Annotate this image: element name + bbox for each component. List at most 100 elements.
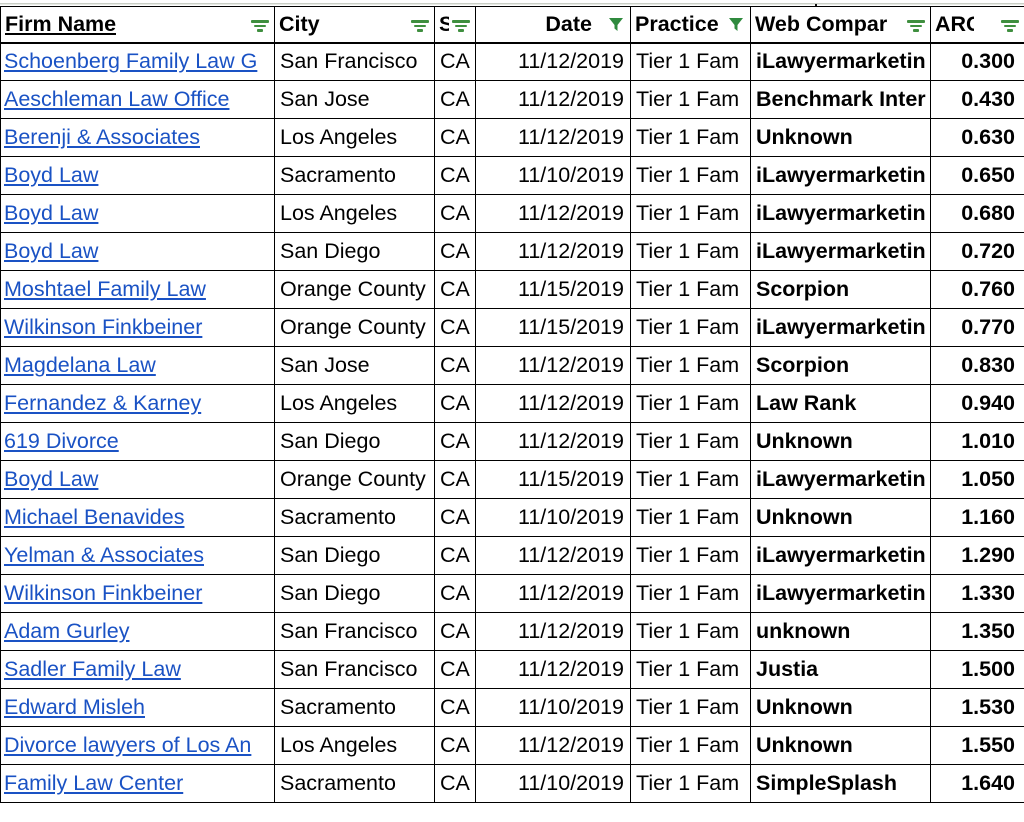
cell-firm-name[interactable]: Moshtael Family Law — [0, 270, 275, 309]
cell-state[interactable]: CA — [434, 346, 476, 385]
cell-date[interactable]: 11/12/2019 — [475, 536, 631, 575]
cell-city[interactable]: Sacramento — [274, 498, 435, 537]
table-row[interactable]: Boyd Law San Diego CA 11/12/2019 Tier 1 Fam… — [0, 232, 1024, 271]
cell-arc[interactable]: 1.330 — [930, 574, 1024, 613]
cell-web-company[interactable]: SimpleSplash — [750, 764, 931, 803]
cell-firm-name[interactable]: Divorce lawyers of Los An — [0, 726, 275, 765]
cell-arc[interactable]: 1.550 — [930, 726, 1024, 765]
cell-date[interactable]: 11/10/2019 — [475, 498, 631, 537]
sort-filter-icon[interactable] — [451, 16, 471, 32]
cell-state[interactable]: CA — [434, 688, 476, 727]
cell-practice[interactable]: Tier 1 Fam — [630, 232, 751, 271]
cell-practice[interactable]: Tier 1 Fam — [630, 460, 751, 499]
cell-practice[interactable]: Tier 1 Fam — [630, 384, 751, 423]
cell-state[interactable]: CA — [434, 574, 476, 613]
cell-web-company[interactable]: Benchmark Inter — [750, 80, 931, 119]
cell-city[interactable]: San Diego — [274, 574, 435, 613]
sort-filter-icon[interactable] — [250, 16, 270, 32]
cell-firm-name[interactable]: Sadler Family Law — [0, 650, 275, 689]
cell-date[interactable]: 11/10/2019 — [475, 688, 631, 727]
column-header-practice[interactable]: Practice — [630, 6, 751, 44]
cell-practice[interactable]: Tier 1 Fam — [630, 764, 751, 803]
cell-arc[interactable]: 0.680 — [930, 194, 1024, 233]
cell-web-company[interactable]: iLawyermarketin — [750, 194, 931, 233]
cell-web-company[interactable]: Law Rank — [750, 384, 931, 423]
cell-state[interactable]: CA — [434, 422, 476, 461]
cell-state[interactable]: CA — [434, 118, 476, 157]
cell-firm-name[interactable]: Yelman & Associates — [0, 536, 275, 575]
cell-city[interactable]: Sacramento — [274, 156, 435, 195]
cell-arc[interactable]: 0.770 — [930, 308, 1024, 347]
cell-state[interactable]: CA — [434, 726, 476, 765]
sort-filter-icon[interactable] — [1000, 16, 1020, 32]
cell-date[interactable]: 11/12/2019 — [475, 232, 631, 271]
column-header-city[interactable]: City — [274, 6, 435, 44]
cell-web-company[interactable]: Unknown — [750, 726, 931, 765]
firm-name-link[interactable]: Divorce lawyers of Los An — [4, 733, 251, 757]
cell-web-company[interactable]: iLawyermarketin — [750, 536, 931, 575]
cell-city[interactable]: San Jose — [274, 346, 435, 385]
cell-date[interactable]: 11/12/2019 — [475, 574, 631, 613]
cell-firm-name[interactable]: Adam Gurley — [0, 612, 275, 651]
firm-name-link[interactable]: Edward Misleh — [4, 695, 145, 719]
cell-firm-name[interactable]: Boyd Law — [0, 232, 275, 271]
cell-arc[interactable]: 1.050 — [930, 460, 1024, 499]
cell-city[interactable]: Los Angeles — [274, 194, 435, 233]
cell-city[interactable]: Los Angeles — [274, 726, 435, 765]
column-header-firm-name[interactable]: Firm Name — [0, 6, 275, 44]
cell-firm-name[interactable]: Magdelana Law — [0, 346, 275, 385]
cell-practice[interactable]: Tier 1 Fam — [630, 80, 751, 119]
firm-name-link[interactable]: Boyd Law — [4, 163, 98, 187]
cell-arc[interactable]: 1.640 — [930, 764, 1024, 803]
cell-date[interactable]: 11/12/2019 — [475, 384, 631, 423]
cell-city[interactable]: San Francisco — [274, 42, 435, 81]
cell-city[interactable]: San Francisco — [274, 650, 435, 689]
firm-name-link[interactable]: Family Law Center — [4, 771, 183, 795]
cell-date[interactable]: 11/12/2019 — [475, 422, 631, 461]
cell-practice[interactable]: Tier 1 Fam — [630, 498, 751, 537]
cell-practice[interactable]: Tier 1 Fam — [630, 612, 751, 651]
cell-firm-name[interactable]: 619 Divorce — [0, 422, 275, 461]
cell-date[interactable]: 11/12/2019 — [475, 650, 631, 689]
funnel-icon[interactable] — [726, 14, 746, 34]
cell-practice[interactable]: Tier 1 Fam — [630, 42, 751, 81]
cell-practice[interactable]: Tier 1 Fam — [630, 536, 751, 575]
cell-date[interactable]: 11/10/2019 — [475, 764, 631, 803]
cell-firm-name[interactable]: Aeschleman Law Office — [0, 80, 275, 119]
column-header-date[interactable]: Date — [475, 6, 631, 44]
firm-name-link[interactable]: Fernandez & Karney — [4, 391, 201, 415]
cell-city[interactable]: Los Angeles — [274, 384, 435, 423]
cell-practice[interactable]: Tier 1 Fam — [630, 308, 751, 347]
cell-web-company[interactable]: Unknown — [750, 422, 931, 461]
cell-firm-name[interactable]: Boyd Law — [0, 156, 275, 195]
cell-city[interactable]: San Jose — [274, 80, 435, 119]
firm-name-link[interactable]: Wilkinson Finkbeiner — [4, 581, 202, 605]
funnel-icon[interactable] — [606, 14, 626, 34]
cell-web-company[interactable]: unknown — [750, 612, 931, 651]
cell-web-company[interactable]: iLawyermarketin — [750, 574, 931, 613]
cell-firm-name[interactable]: Wilkinson Finkbeiner — [0, 574, 275, 613]
firm-name-link[interactable]: Adam Gurley — [4, 619, 129, 643]
table-row[interactable]: Boyd Law Orange County CA 11/15/2019 Tier 1 … — [0, 460, 1024, 499]
cell-practice[interactable]: Tier 1 Fam — [630, 270, 751, 309]
cell-firm-name[interactable]: Edward Misleh — [0, 688, 275, 727]
cell-state[interactable]: CA — [434, 194, 476, 233]
cell-web-company[interactable]: iLawyermarketin — [750, 156, 931, 195]
cell-web-company[interactable]: iLawyermarketin — [750, 460, 931, 499]
cell-arc[interactable]: 0.630 — [930, 118, 1024, 157]
cell-firm-name[interactable]: Michael Benavides — [0, 498, 275, 537]
cell-practice[interactable]: Tier 1 Fam — [630, 574, 751, 613]
cell-date[interactable]: 11/12/2019 — [475, 80, 631, 119]
cell-firm-name[interactable]: Schoenberg Family Law G — [0, 42, 275, 81]
cell-arc[interactable]: 1.160 — [930, 498, 1024, 537]
cell-web-company[interactable]: iLawyermarketin — [750, 308, 931, 347]
firm-name-link[interactable]: Boyd Law — [4, 201, 98, 225]
table-row[interactable]: Magdelana Law San Jose CA 11/12/2019 Tier 1 … — [0, 346, 1024, 385]
cell-state[interactable]: CA — [434, 80, 476, 119]
cell-arc[interactable]: 1.500 — [930, 650, 1024, 689]
cell-web-company[interactable]: iLawyermarketin — [750, 42, 931, 81]
cell-firm-name[interactable]: Fernandez & Karney — [0, 384, 275, 423]
cell-state[interactable]: CA — [434, 536, 476, 575]
cell-state[interactable]: CA — [434, 764, 476, 803]
firm-name-link[interactable]: Boyd Law — [4, 239, 98, 263]
